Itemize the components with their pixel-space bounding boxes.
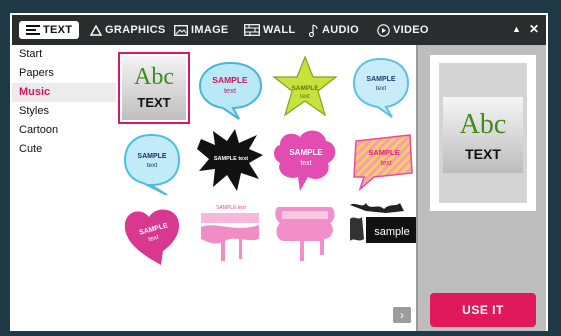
sample-text-label: SAMPLE text	[216, 205, 246, 211]
category-sidebar: Start Papers Music Styles Cartoon Cute	[12, 45, 116, 331]
tab-graphics[interactable]: GRAPHICS	[90, 21, 165, 39]
sample-label: SAMPLE	[366, 76, 396, 83]
style-tile-pink-drip[interactable]: SAMPLE text	[195, 199, 265, 269]
text-label: text	[300, 94, 310, 100]
style-tile-pink-cloud[interactable]	[270, 199, 340, 269]
tab-wall[interactable]: WALL	[244, 21, 295, 39]
sidebar-item-styles[interactable]: Styles	[12, 102, 116, 121]
sample-label: SAMPLE	[137, 153, 167, 160]
use-it-button[interactable]: USE IT	[430, 293, 536, 327]
play-circle-icon	[377, 23, 390, 37]
minimize-button[interactable]: ▲	[512, 24, 521, 34]
style-tile-striped-bubble[interactable]: SAMPLE text	[346, 125, 416, 195]
text-word: TEXT	[137, 95, 170, 110]
style-tile-pink-heart[interactable]: SAMPLE text	[119, 199, 189, 269]
media-picker-window: TEXT GRAPHICS IMAGE WALL AUDIO VIDEO ▲ ✕…	[10, 13, 548, 331]
tab-wall-label: WALL	[263, 24, 296, 36]
music-note-icon	[309, 23, 319, 37]
style-tile-star[interactable]: SAMPLE text	[270, 53, 340, 123]
text-label: text	[376, 85, 387, 92]
tab-bar: TEXT GRAPHICS IMAGE WALL AUDIO VIDEO ▲ ✕	[12, 15, 546, 45]
preview-frame: Abc TEXT	[430, 55, 536, 211]
sample-label: SAMPLE	[212, 75, 248, 85]
tab-audio-label: AUDIO	[322, 24, 359, 36]
preview-text-word: TEXT	[465, 146, 501, 162]
tab-video[interactable]: VIDEO	[377, 21, 429, 39]
sample-text-label: SAMPLE text	[214, 156, 248, 162]
close-button[interactable]: ✕	[529, 22, 539, 36]
sample-label: SAMPLE	[291, 85, 319, 92]
text-label: text	[380, 160, 391, 167]
image-icon	[174, 24, 188, 36]
preview-abc: Abc	[460, 109, 507, 140]
style-tile-pink-burst[interactable]: SAMPLE text	[270, 125, 340, 195]
tab-graphics-label: GRAPHICS	[105, 24, 166, 36]
abc-text: Abc	[134, 64, 174, 90]
style-tile-black-splash[interactable]: SAMPLE text	[195, 125, 265, 195]
tab-video-label: VIDEO	[393, 24, 429, 36]
tab-audio[interactable]: AUDIO	[309, 21, 359, 39]
style-tile-blue-thought[interactable]: SAMPLE text	[346, 53, 416, 123]
text-label: text	[147, 162, 158, 169]
sample-lower-label: sample	[374, 226, 409, 238]
sidebar-item-papers[interactable]: Papers	[12, 64, 116, 83]
style-tile-blue-bubble[interactable]: SAMPLE text	[195, 53, 265, 123]
triangle-icon	[90, 24, 102, 36]
tab-text[interactable]: TEXT	[19, 21, 80, 39]
text-lines-icon	[26, 25, 40, 35]
text-label: text	[224, 86, 237, 95]
tab-image-label: IMAGE	[191, 24, 229, 36]
preview-image: Abc TEXT	[439, 63, 527, 203]
sample-label: SAMPLE	[289, 148, 323, 157]
sample-label: SAMPLE	[368, 148, 399, 157]
preview-panel: Abc TEXT USE IT	[418, 45, 546, 331]
tab-text-label: TEXT	[43, 24, 73, 36]
sidebar-item-cute[interactable]: Cute	[12, 140, 116, 159]
style-tile-blue-round[interactable]: SAMPLE text	[119, 125, 189, 195]
style-tile-black-sample[interactable]: sample	[346, 199, 416, 269]
text-style-grid: Abc TEXT SAMPLE text SAMPLE text SAMPLE …	[116, 45, 418, 331]
sidebar-item-music[interactable]: Music	[12, 83, 116, 102]
wall-icon	[244, 24, 260, 36]
style-tile-abc-text[interactable]: Abc TEXT	[118, 52, 190, 124]
sidebar-item-start[interactable]: Start	[12, 45, 116, 64]
text-label: text	[300, 160, 311, 167]
next-page-button[interactable]: ›	[393, 307, 411, 323]
tab-image[interactable]: IMAGE	[174, 21, 229, 39]
sidebar-item-cartoon[interactable]: Cartoon	[12, 121, 116, 140]
